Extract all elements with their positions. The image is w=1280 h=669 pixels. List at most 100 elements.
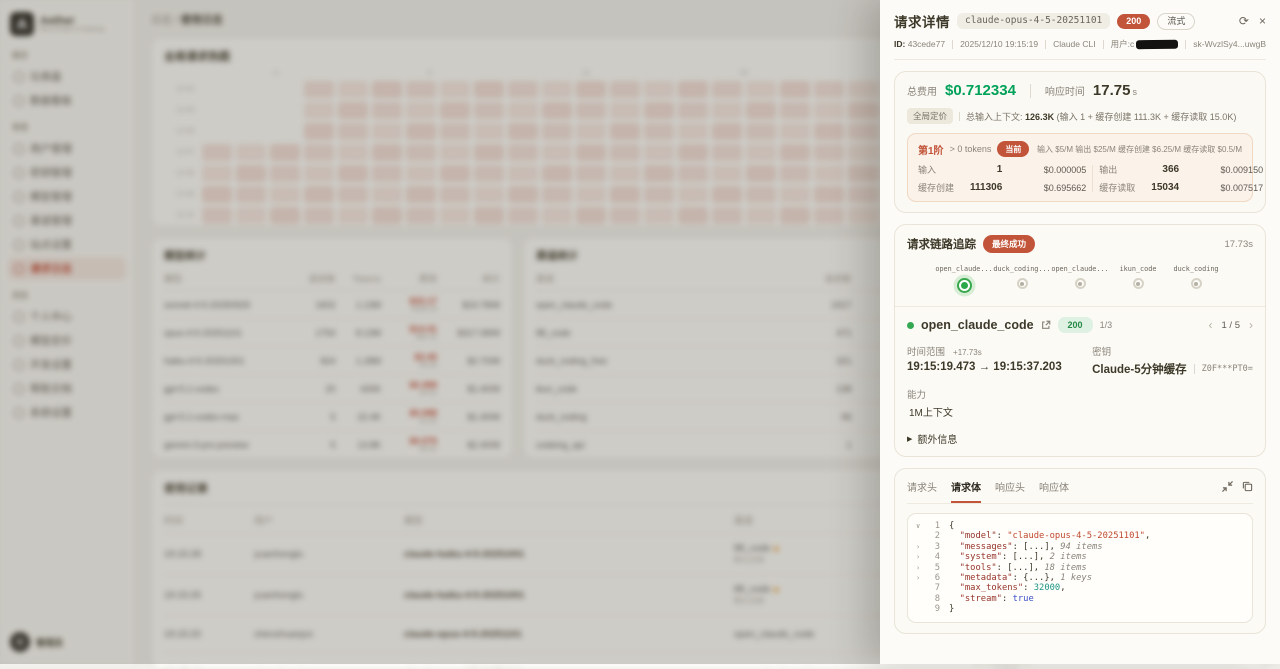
tier-cell-cost: $0.009150 [1193,165,1263,175]
trace-step-duck_coding...[interactable]: duck_coding... [1000,265,1044,293]
trace-step-dot-icon [1017,278,1028,289]
token-p: : [...], [1002,552,1050,562]
trace-title: 请求链路追踪 [907,236,976,252]
tier-cell-tokens: 15034 [1151,182,1193,193]
refresh-icon[interactable]: ⟳ [1239,15,1249,27]
fold-spacer [916,604,926,614]
copy-icon[interactable] [1242,479,1253,497]
tier-cell-tokens: 1 [970,164,1016,175]
capability-block: 能力 1M上下文 [907,387,1092,419]
request-time: 2025/12/10 19:15:19 [960,39,1038,49]
capability-value: 1M上下文 [907,404,1092,419]
user-prefix: c [1130,39,1134,49]
tab-请求头[interactable]: 请求头 [907,479,937,503]
triangle-icon: ▶ [907,435,912,443]
time-range-delta: +17.73s [953,348,982,357]
code-line: ›4 "system": [...], 2 items [916,552,1244,562]
latency-label: 响应时间 [1045,83,1085,98]
token-m: 2 items [1050,552,1087,562]
code-line: ›3 "messages": [...], 94 items [916,542,1244,552]
cost-summary-card: 总费用 $0.712334 响应时间 17.75 s 全局定价 总输入上下文: … [894,71,1266,213]
tier-token-cell: 输入1$0.000005 [918,163,1086,176]
external-link-icon[interactable] [1041,320,1051,330]
code-tokens: "system": [...], 2 items [949,552,1087,562]
extra-info-toggle[interactable]: ▶ 额外信息 [907,431,1253,446]
request-meta-row: ID: 43cede77 2025/12/10 19:15:19 Claude … [894,38,1266,50]
tab-响应头[interactable]: 响应头 [995,479,1025,503]
code-tokens: "metadata": {...}, 1 keys [949,573,1092,583]
token-k: "max_tokens" [960,583,1024,593]
key-masked-value: Z0F***PT0= [1194,364,1253,374]
fold-open-icon[interactable]: ∨ [916,521,926,531]
trace-step-label: ikun_code [1120,265,1157,273]
json-code-viewer[interactable]: ∨1{2 "model": "claude-opus-4-5-20251101"… [907,513,1253,623]
trace-step-label: open_claude... [935,265,992,273]
latency-unit: s [1132,87,1137,97]
trace-total-time: 17.73s [1224,239,1253,250]
success-dot-icon [907,322,914,329]
tier-tokens-right: 输出366$0.009150缓存读取15034$0.007517 [1099,163,1263,194]
token-p: : [...], [1013,542,1061,552]
fold-closed-icon[interactable]: › [916,563,926,573]
token-s: "claude-opus-4-5-20251101" [1007,531,1145,541]
code-tokens: "stream": true [949,594,1034,604]
channel-status-badge: 200 [1058,317,1093,333]
trace-step-ikun_code[interactable]: ikun_code [1116,265,1160,293]
trace-steps: open_claude... duck_coding... open_claude.… [907,265,1253,293]
status-code-badge: 200 [1117,14,1150,29]
token-m: 1 keys [1060,573,1092,583]
tier-cell-cost: $0.695662 [1016,183,1086,193]
key-label: 密钥 [1092,344,1253,358]
fold-closed-icon[interactable]: › [916,552,926,562]
trace-step-open_claude...[interactable]: open_claude... [1058,265,1102,293]
token-k: "tools" [960,563,997,573]
code-line: ›6 "metadata": {...}, 1 keys [916,573,1244,583]
pager-next-icon[interactable]: › [1249,318,1253,332]
total-cost-value: $0.712334 [945,82,1016,99]
context-total: 126.3K [1025,112,1054,122]
token-p: , [1145,531,1150,541]
current-channel-row: open_claude_code 200 1/3 ‹ 1 / 5 › [907,317,1253,333]
tier-token-cell: 输出366$0.009150 [1099,163,1263,176]
pager-prev-icon[interactable]: ‹ [1209,318,1213,332]
tab-请求体[interactable]: 请求体 [951,479,981,503]
trace-step-duck_coding[interactable]: duck_coding [1174,265,1218,293]
context-summary-row: 全局定价 总输入上下文: 126.3K (输入 1 + 缓存创建 111.3K … [907,108,1253,124]
time-range-block: 时间范围 +17.73s 19:15:19.473 → 19:15:37.203 [907,344,1092,377]
token-p: , [1060,583,1065,593]
code-line: 8 "stream": true [916,594,1244,604]
tab-响应体[interactable]: 响应体 [1039,479,1069,503]
line-number: 3 [926,542,940,552]
collapse-icon[interactable] [1222,479,1233,497]
request-detail-panel: 请求详情 claude-opus-4-5-20251101 200 流式 ⟳ ×… [880,0,1280,664]
code-line: 7 "max_tokens": 32000, [916,583,1244,593]
client-name: Claude CLI [1053,39,1096,49]
viewer-toolbar [1222,479,1253,503]
code-tokens: "messages": [...], 94 items [949,542,1103,552]
trace-step-dot-icon [1133,278,1144,289]
model-badge: claude-opus-4-5-20251101 [957,13,1110,29]
panel-title: 请求详情 [894,11,950,31]
channel-name-line: open_claude_code [734,666,974,669]
key-name: Claude-5分钟缓存 [1092,361,1187,377]
tier-cell-label: 输出 [1099,163,1151,176]
total-cost-label: 总费用 [907,83,937,98]
token-k: "system" [960,552,1002,562]
record-time: 19:15:19 [164,666,254,669]
trace-step-open_claude...[interactable]: open_claude... [942,265,986,293]
fold-closed-icon[interactable]: › [916,573,926,583]
token-m: 18 items [1044,563,1086,573]
current-channel-name: open_claude_code [921,318,1034,332]
token-p: : [1023,583,1034,593]
fold-closed-icon[interactable]: › [916,542,926,552]
pricing-tier-box: 第1阶 > 0 tokens 当前 输入 $5/M 输出 $25/M 缓存创建 … [907,133,1253,202]
tier-cell-tokens: 366 [1151,164,1193,175]
context-detail: (输入 1 + 缓存创建 111.3K + 缓存读取 15.0K) [1057,112,1237,122]
token-m: 94 items [1060,542,1102,552]
line-number: 8 [926,594,940,604]
payload-viewer-card: 请求头请求体响应头响应体 ∨1{2 "model": "claude-opus-… [894,468,1266,634]
close-icon[interactable]: × [1259,15,1266,27]
record-channel: open_claude_code [734,666,974,669]
token-k: "metadata" [960,573,1013,583]
trace-step-dot-icon [957,278,972,293]
